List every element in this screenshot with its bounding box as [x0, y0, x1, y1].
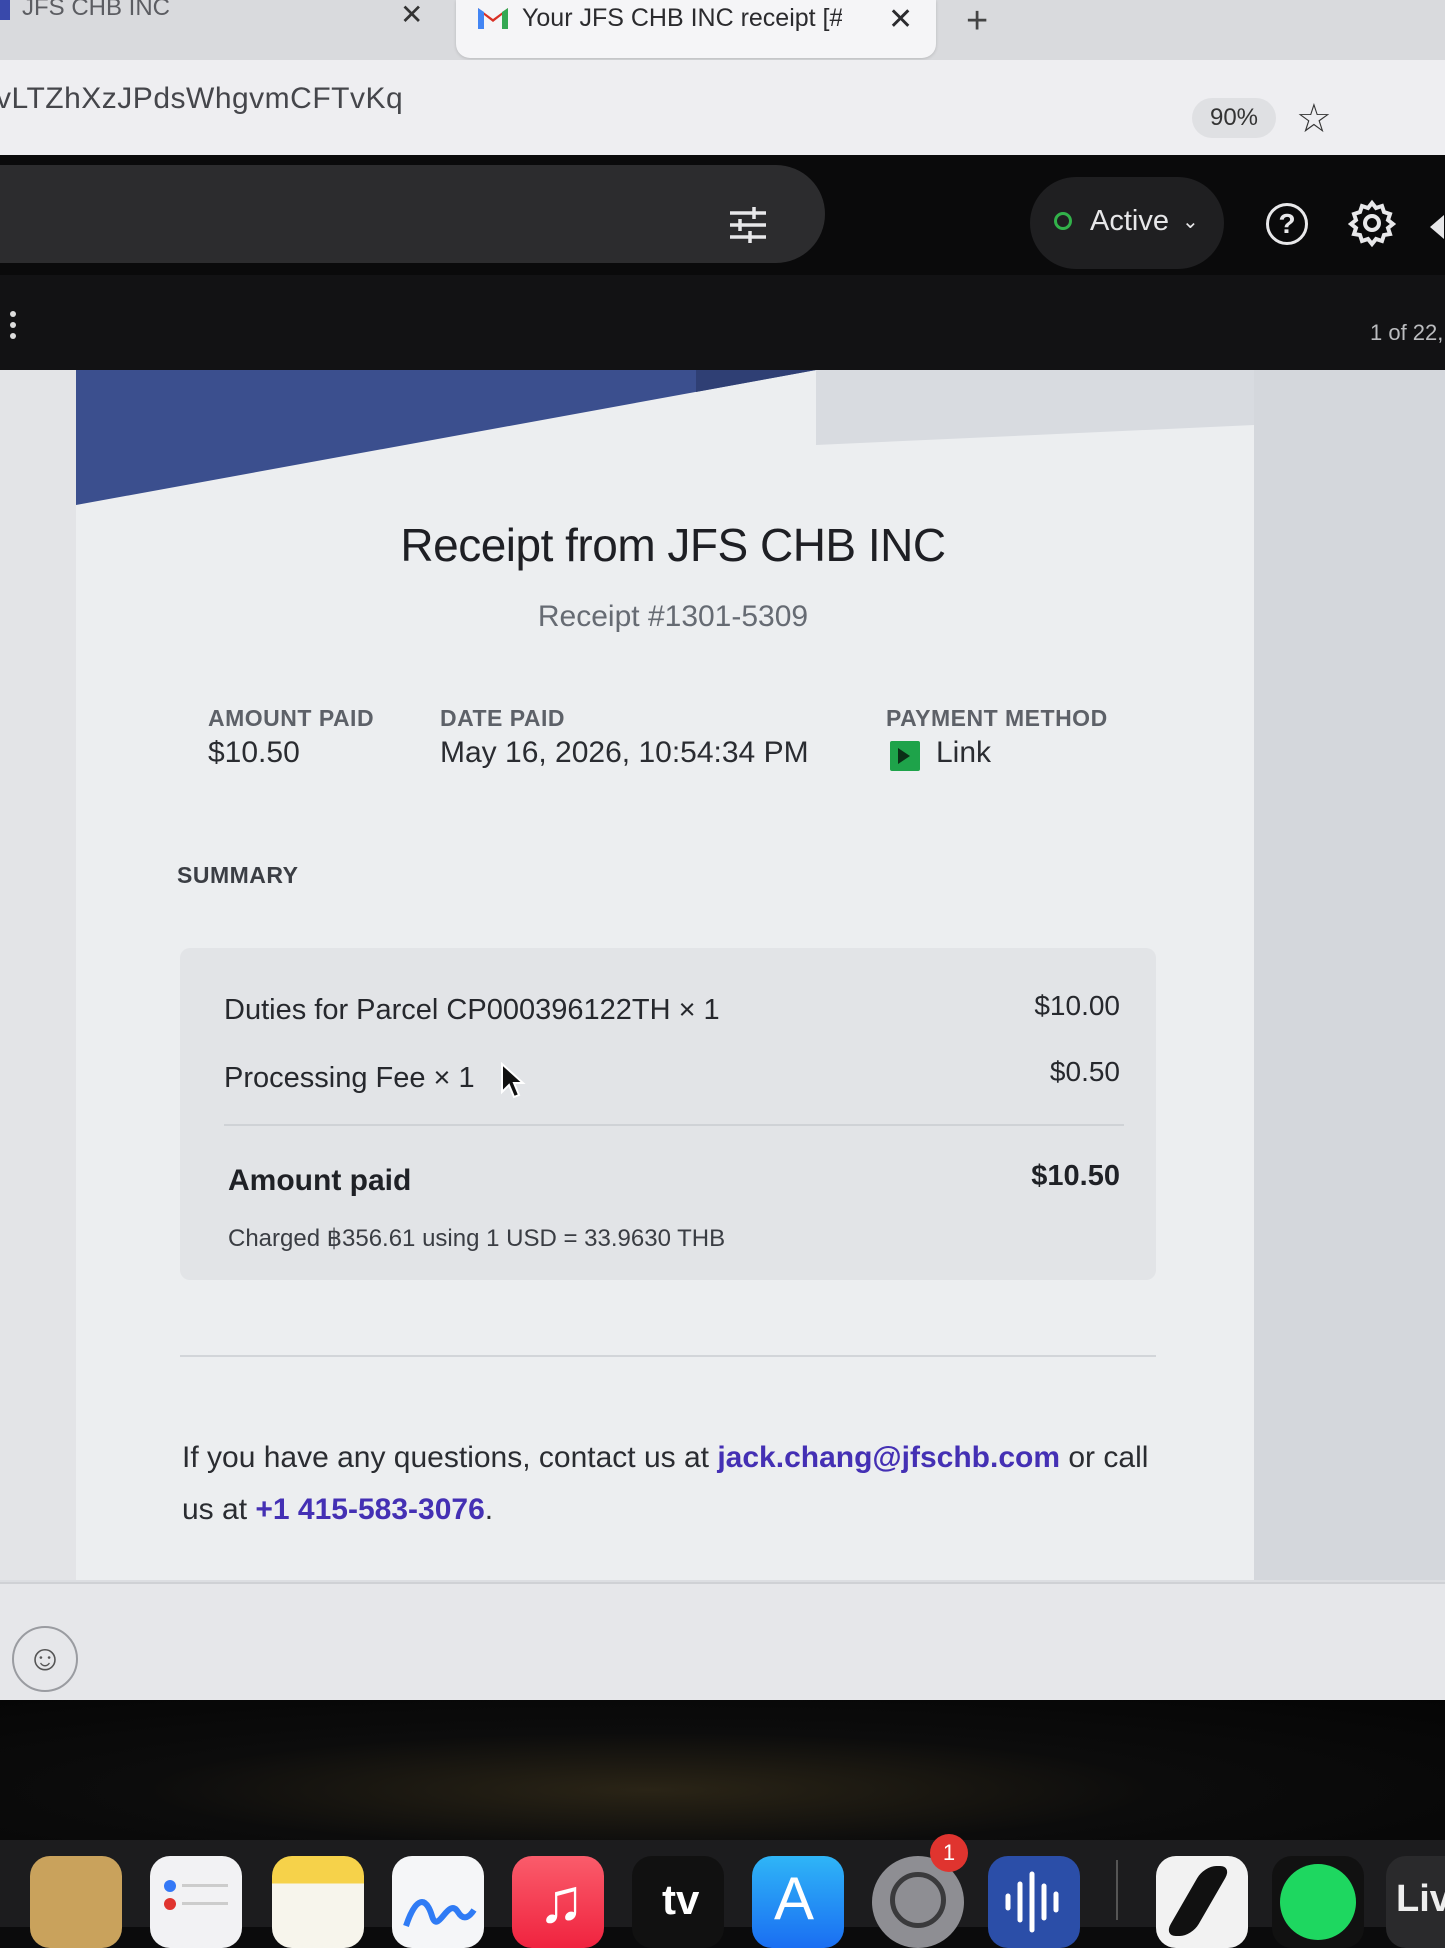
close-tab-icon[interactable]: ✕ — [888, 2, 913, 37]
receipt-header-banner — [76, 370, 1254, 505]
contact-text: If you have any questions, contact us at — [182, 1441, 709, 1474]
tab-title: JFS CHB INC — [22, 0, 171, 21]
shortcut-app-icon[interactable] — [1156, 1856, 1248, 1948]
section-divider — [180, 1355, 1156, 1357]
more-vert-icon[interactable] — [10, 311, 18, 341]
receipt-number: Receipt #1301-5309 — [537, 600, 809, 633]
summary-box: Duties for Parcel CP000396122TH × 1 $10.… — [180, 948, 1156, 1280]
contact-paragraph: If you have any questions, contact us at… — [182, 1432, 1182, 1536]
payment-method-label: PAYMENT METHOD — [886, 705, 1108, 731]
content-gutter-right — [1254, 370, 1445, 1580]
status-label: Active — [1090, 205, 1169, 237]
line-item-description: Processing Fee × 1 — [224, 1062, 475, 1094]
status-dot-icon — [1054, 212, 1072, 230]
zoom-indicator[interactable]: 90% — [1192, 98, 1276, 138]
chevron-down-icon: ⌄ — [1182, 211, 1199, 233]
gmail-header: Active ⌄ ? — [0, 155, 1445, 275]
notification-badge: 1 — [930, 1834, 968, 1872]
bookmark-star-icon[interactable]: ☆ — [1296, 96, 1332, 142]
summary-divider — [224, 1124, 1124, 1126]
tab-receipt[interactable]: Your JFS CHB INC receipt [#1301-5309] ✕ — [456, 0, 936, 58]
new-tab-button[interactable]: + — [966, 0, 988, 43]
freeform-app-icon[interactable] — [392, 1856, 484, 1948]
date-paid-value: May 16, 2026, 10:54:34 PM — [440, 736, 809, 769]
status-chip[interactable]: Active ⌄ — [1030, 177, 1224, 269]
tab-title: Your JFS CHB INC receipt [#1301-5309] — [522, 4, 842, 32]
jfs-favicon-icon — [0, 0, 10, 20]
currency-conversion-note: Charged ฿356.61 using 1 USD = 33.9630 TH… — [228, 1225, 726, 1252]
close-tab-icon[interactable]: ✕ — [400, 0, 423, 31]
help-icon[interactable]: ? — [1266, 203, 1308, 245]
receipt-card: Receipt from JFS CHB INC Receipt #1301-5… — [76, 370, 1254, 1580]
side-panel-icon[interactable] — [1430, 215, 1444, 239]
pagination-text: 1 of 22, — [1370, 320, 1444, 345]
freeform-icon — [403, 1899, 477, 1927]
spotify-app-icon[interactable] — [1272, 1856, 1364, 1948]
dock: ♫ tv A Liv — [0, 1840, 1445, 1948]
contact-text: . — [484, 1493, 494, 1526]
dock-separator — [1116, 1860, 1118, 1920]
tv-app-label: tv — [662, 1876, 700, 1923]
live-app-label: Liv — [1396, 1878, 1445, 1920]
tv-app-icon[interactable]: tv — [632, 1856, 724, 1948]
mail-toolbar: 1 of 22, — [0, 275, 1445, 370]
line-item-amount: $0.50 — [1049, 1056, 1120, 1087]
receipt-title: Receipt from JFS CHB INC — [400, 519, 946, 571]
amount-paid-value: $10.50 — [208, 736, 300, 769]
reminders-app-icon[interactable] — [150, 1856, 242, 1948]
line-item-amount: $10.00 — [1034, 990, 1120, 1021]
content-gutter-left — [0, 370, 78, 1580]
live-app-icon[interactable]: Liv — [1386, 1856, 1445, 1948]
search-options-icon[interactable] — [728, 205, 768, 245]
date-paid-label: DATE PAID — [440, 705, 566, 731]
desktop-background — [0, 1700, 1445, 1840]
emoji-icon[interactable]: ☺ — [12, 1626, 78, 1692]
amount-paid-label: AMOUNT PAID — [208, 705, 375, 731]
line-item-description: Duties for Parcel CP000396122TH × 1 — [224, 994, 720, 1026]
address-bar: vLTZhXzJPdsWhgvmCFTvKq 90% ☆ — [0, 60, 1445, 155]
notes-app-icon[interactable] — [272, 1856, 364, 1948]
link-logo-icon — [890, 741, 920, 771]
voice-memos-icon[interactable] — [988, 1856, 1080, 1948]
browser-tab-strip: JFS CHB INC ✕ Your JFS CHB INC receipt [… — [0, 0, 1445, 60]
summary-heading: SUMMARY — [177, 862, 299, 888]
gmail-icon — [478, 8, 508, 29]
total-label: Amount paid — [228, 1164, 412, 1197]
mouse-cursor-icon — [501, 1062, 526, 1099]
gear-icon[interactable] — [1348, 199, 1396, 247]
tab-jfs-chb[interactable]: JFS CHB INC ✕ — [0, 0, 440, 34]
email-content: Receipt from JFS CHB INC Receipt #1301-5… — [0, 370, 1445, 1702]
contact-phone-link[interactable]: +1 415-583-3076 — [255, 1493, 484, 1526]
waveform-icon — [1005, 1871, 1059, 1933]
reply-area: ☺ — [0, 1582, 1445, 1702]
contact-email-link[interactable]: jack.chang@jfschb.com — [717, 1441, 1060, 1474]
total-amount: $10.50 — [1031, 1160, 1120, 1192]
payment-method-value: Link — [936, 736, 992, 769]
music-app-icon[interactable]: ♫ — [512, 1856, 604, 1948]
contacts-app-icon[interactable] — [30, 1856, 122, 1948]
url-field[interactable]: vLTZhXzJPdsWhgvmCFTvKq — [0, 82, 403, 116]
app-store-icon[interactable]: A — [752, 1856, 844, 1948]
search-bar[interactable] — [0, 165, 825, 263]
